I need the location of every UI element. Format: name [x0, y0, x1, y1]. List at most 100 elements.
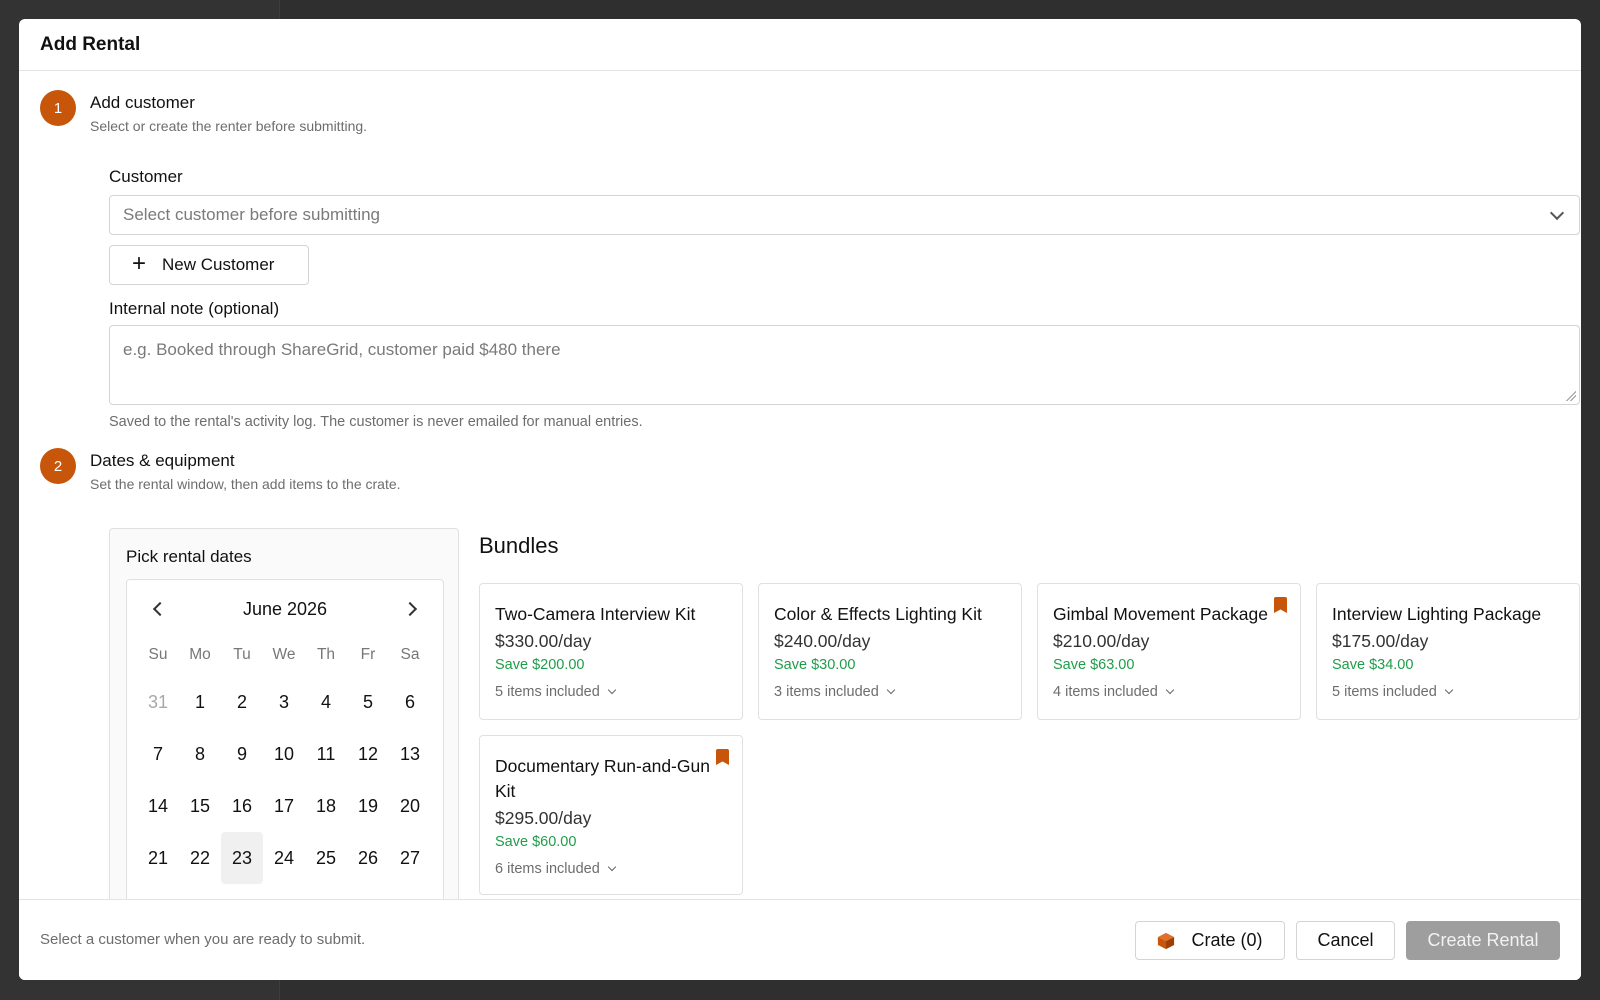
modal-footer: Select a customer when you are ready to …: [19, 899, 1581, 980]
weekday-header: Sa: [400, 646, 420, 663]
calendar-day[interactable]: 24: [263, 832, 305, 884]
step-subtitle: Set the rental window, then add items to…: [90, 476, 401, 492]
calendar-day[interactable]: 16: [221, 780, 263, 832]
calendar-day[interactable]: 5: [347, 676, 389, 728]
bundle-price: $295.00/day: [495, 808, 592, 828]
chevron-down-icon: [607, 685, 617, 695]
bundle-price: $210.00/day: [1053, 631, 1150, 651]
bundle-name: Color & Effects Lighting Kit: [774, 604, 982, 624]
new-customer-button[interactable]: + New Customer: [109, 245, 309, 285]
bundle-name: Gimbal Movement Package: [1053, 604, 1268, 624]
create-rental-button[interactable]: Create Rental: [1406, 921, 1560, 960]
bundle-items-count: 4 items included: [1053, 684, 1158, 700]
crate-button-label: Crate (0): [1191, 930, 1263, 950]
crate-button[interactable]: Crate (0): [1135, 921, 1285, 960]
calendar-day[interactable]: 9: [221, 728, 263, 780]
calendar-day[interactable]: 14: [137, 780, 179, 832]
chevron-down-icon: [886, 685, 896, 695]
step-number-badge: 1: [40, 90, 76, 126]
weekday-header: Tu: [233, 646, 251, 663]
bundle-card[interactable]: Gimbal Movement Package $210.00/day Save $…: [1037, 583, 1301, 720]
customer-select-placeholder: Select customer before submitting: [123, 205, 381, 224]
calendar-day[interactable]: 4: [305, 676, 347, 728]
resize-handle-icon[interactable]: [1566, 391, 1576, 401]
step-title: Add customer: [90, 93, 195, 112]
calendar-day[interactable]: 15: [179, 780, 221, 832]
calendar-day[interactable]: 7: [137, 728, 179, 780]
bundle-card[interactable]: Two-Camera Interview Kit $330.00/day Save …: [479, 583, 743, 720]
date-picker: June 2026 Su Mo Tu We Th Fr Sa 31 1 2 3 4 5 6 7 8 9 10 11 1…: [126, 579, 444, 919]
calendar-day[interactable]: 23: [221, 832, 263, 884]
bundle-savings: Save $34.00: [1332, 657, 1414, 673]
calendar-day[interactable]: 22: [179, 832, 221, 884]
bundle-items-toggle[interactable]: 5 items included: [495, 684, 727, 700]
calendar-day[interactable]: 19: [347, 780, 389, 832]
bundles-heading: Bundles: [479, 533, 559, 558]
bundle-items-count: 5 items included: [1332, 684, 1437, 700]
bundle-card[interactable]: Color & Effects Lighting Kit $240.00/day S…: [758, 583, 1022, 720]
internal-note-helper: Saved to the rental's activity log. The …: [109, 414, 643, 430]
bundle-card[interactable]: Interview Lighting Package $175.00/day Sav…: [1316, 583, 1580, 720]
calendar-month-label: June 2026: [242, 599, 328, 619]
calendar-day[interactable]: 11: [305, 728, 347, 780]
customer-select[interactable]: Select customer before submitting: [109, 195, 1580, 235]
add-rental-modal: Add Rental 1 Add customer Select or crea…: [19, 19, 1581, 980]
modal-title: Add Rental: [40, 33, 141, 55]
calendar-day[interactable]: 17: [263, 780, 305, 832]
calendar-day[interactable]: 3: [263, 676, 305, 728]
calendar-day[interactable]: 13: [389, 728, 431, 780]
calendar-day[interactable]: 8: [179, 728, 221, 780]
weekday-header: Fr: [360, 646, 376, 663]
weekday-header: Th: [316, 646, 336, 663]
step-number-badge: 2: [40, 448, 76, 484]
calendar-day[interactable]: 18: [305, 780, 347, 832]
bundle-items-count: 3 items included: [774, 684, 879, 700]
modal-body[interactable]: 1 Add customer Select or create the rent…: [19, 72, 1581, 919]
calendar-card-title: Pick rental dates: [126, 547, 252, 566]
calendar-day[interactable]: 6: [389, 676, 431, 728]
calendar-day[interactable]: 1: [179, 676, 221, 728]
step-add-customer: 1 Add customer Select or create the rent…: [40, 90, 367, 134]
bundle-card[interactable]: Documentary Run-and-Gun Kit $295.00/day Sa…: [479, 735, 743, 895]
modal-header: Add Rental: [19, 19, 1581, 71]
bundle-savings: Save $60.00: [495, 834, 577, 850]
weekday-header: Mo: [189, 646, 211, 663]
bundle-items-toggle[interactable]: 6 items included: [495, 861, 727, 877]
step-subtitle: Select or create the renter before submi…: [90, 118, 368, 134]
bundle-savings: Save $200.00: [495, 657, 585, 673]
calendar-day[interactable]: 31: [137, 676, 179, 728]
bundle-items-toggle[interactable]: 5 items included: [1332, 684, 1564, 700]
rental-dates-card: Pick rental dates June 2026 Su Mo Tu We Th Fr…: [109, 528, 459, 919]
step-title: Dates & equipment: [90, 451, 235, 470]
bundle-items-toggle[interactable]: 4 items included: [1053, 684, 1285, 700]
calendar-day[interactable]: 25: [305, 832, 347, 884]
chevron-down-icon: [1165, 685, 1175, 695]
calendar-day[interactable]: 26: [347, 832, 389, 884]
calendar-day[interactable]: 2: [221, 676, 263, 728]
chevron-down-icon: [607, 862, 617, 872]
weekday-header: Su: [148, 646, 168, 663]
bundle-price: $175.00/day: [1332, 631, 1429, 651]
calendar-day[interactable]: 21: [137, 832, 179, 884]
bundle-items-toggle[interactable]: 3 items included: [774, 684, 1006, 700]
calendar-day[interactable]: 10: [263, 728, 305, 780]
cancel-button[interactable]: Cancel: [1296, 921, 1395, 960]
footer-note: Select a customer when you are ready to …: [40, 931, 366, 948]
bundle-price: $330.00/day: [495, 631, 592, 651]
internal-note-textarea[interactable]: e.g. Booked through ShareGrid, customer …: [109, 325, 1580, 405]
step-dates-equipment: 2 Dates & equipment Set the rental windo…: [40, 448, 401, 492]
calendar-day[interactable]: 20: [389, 780, 431, 832]
plus-icon: +: [132, 250, 147, 277]
crate-icon: [1158, 932, 1175, 949]
calendar-day[interactable]: 12: [347, 728, 389, 780]
customer-label: Customer: [109, 167, 183, 186]
bundle-items-count: 5 items included: [495, 684, 600, 700]
internal-note-placeholder: e.g. Booked through ShareGrid, customer …: [123, 340, 561, 359]
weekday-header: We: [272, 646, 296, 663]
new-customer-label: New Customer: [162, 255, 275, 274]
bundle-name: Interview Lighting Package: [1332, 604, 1542, 624]
calendar-day[interactable]: 27: [389, 832, 431, 884]
chevron-down-icon: [1549, 205, 1565, 220]
bundle-price: $240.00/day: [774, 631, 871, 651]
calendar-nav: June 2026: [127, 598, 443, 622]
